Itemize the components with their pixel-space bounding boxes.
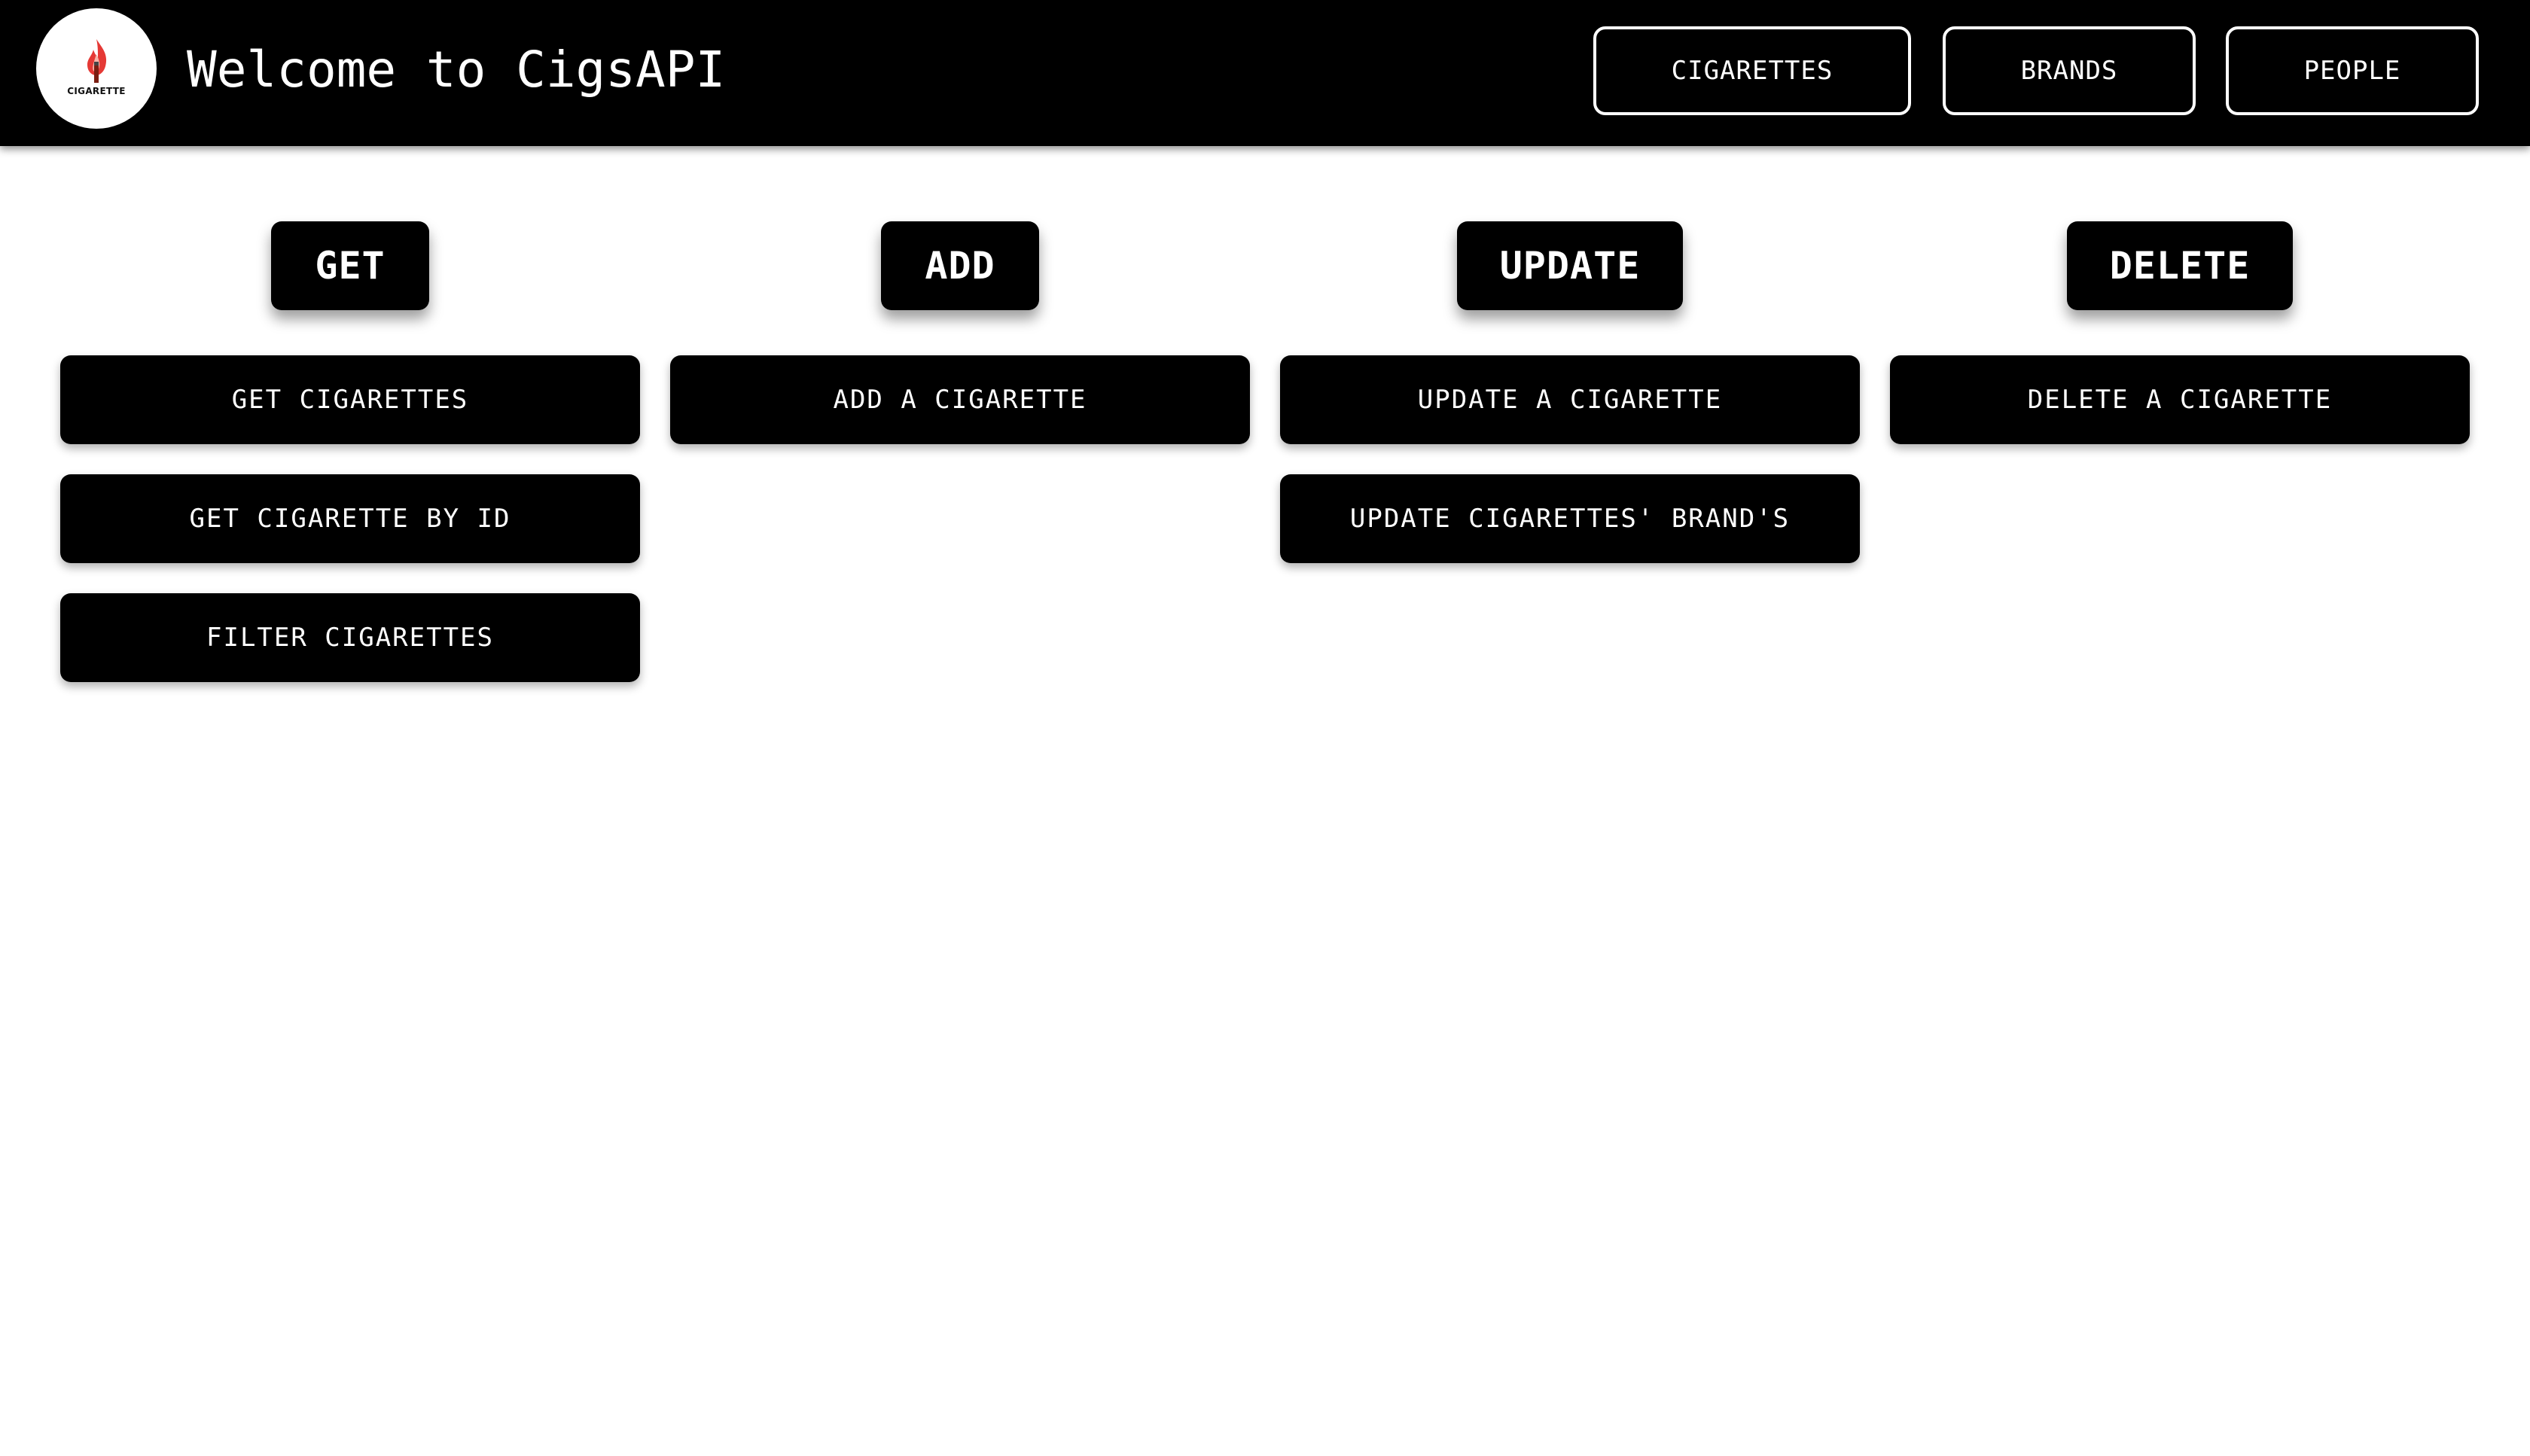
delete-heading: DELETE — [2067, 221, 2293, 310]
nav-brands-button[interactable]: BRANDS — [1943, 26, 2196, 115]
logo[interactable]: CIGARETTE — [36, 8, 157, 129]
add-cigarette-button[interactable]: ADD A CIGARETTE — [670, 355, 1250, 444]
get-heading: GET — [271, 221, 429, 310]
flame-cigarette-icon — [87, 39, 107, 83]
nav-cigarettes-button[interactable]: CIGARETTES — [1593, 26, 1911, 115]
nav-people-button[interactable]: PEOPLE — [2226, 26, 2479, 115]
add-heading: ADD — [881, 221, 1039, 310]
top-navbar: CIGARETTE Welcome to CigsAPI CIGARETTES … — [0, 0, 2530, 146]
logo-text: CIGARETTE — [67, 86, 126, 96]
page-title: Welcome to CigsAPI — [187, 41, 726, 99]
delete-cigarette-button[interactable]: DELETE A CIGARETTE — [1890, 355, 2470, 444]
filter-cigarettes-button[interactable]: FILTER CIGARETTES — [60, 593, 640, 682]
update-cigarette-button[interactable]: UPDATE A CIGARETTE — [1280, 355, 1860, 444]
get-cigarette-by-id-button[interactable]: GET CIGARETTE BY ID — [60, 474, 640, 563]
update-heading: UPDATE — [1457, 221, 1683, 310]
update-cigarettes-brand-button[interactable]: UPDATE CIGARETTES' BRAND'S — [1280, 474, 1860, 563]
get-cigarettes-button[interactable]: GET CIGARETTES — [60, 355, 640, 444]
